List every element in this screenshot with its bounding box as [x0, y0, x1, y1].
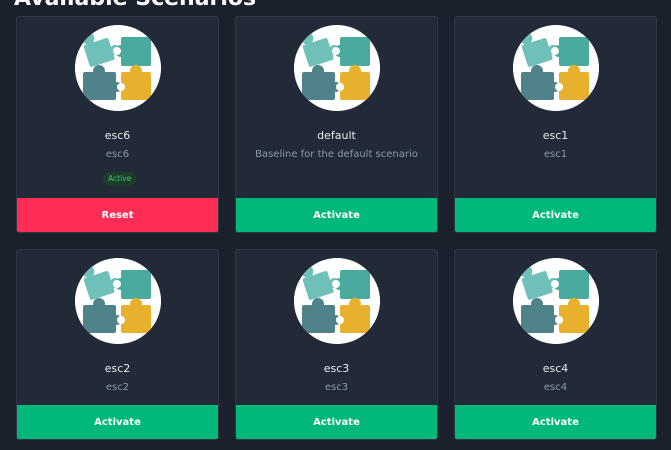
activate-button[interactable]: Activate — [236, 198, 437, 232]
scenario-description: esc6 — [105, 149, 130, 160]
scenario-description: Baseline for the default scenario — [255, 149, 418, 160]
scenarios-page: Available Scenarios esc6 esc6 Active Res… — [0, 0, 671, 450]
puzzle-pieces-icon — [513, 25, 599, 111]
scenario-card-esc4: esc4 esc4 Activate — [454, 249, 657, 440]
activate-button[interactable]: Activate — [455, 405, 656, 439]
scenario-description: esc2 — [105, 382, 130, 393]
puzzle-pieces-icon — [75, 25, 161, 111]
activate-button[interactable]: Activate — [236, 405, 437, 439]
scenario-card-esc3: esc3 esc3 Activate — [235, 249, 438, 440]
scenario-name: esc2 — [104, 362, 131, 375]
puzzle-pieces-icon — [513, 258, 599, 344]
puzzle-pieces-icon — [294, 258, 380, 344]
scenario-description: esc1 — [543, 149, 568, 160]
puzzle-pieces-icon — [75, 258, 161, 344]
activate-button[interactable]: Activate — [455, 198, 656, 232]
active-status-badge: Active — [103, 172, 137, 186]
scenario-card-esc1: esc1 esc1 Activate — [454, 16, 657, 233]
scenario-grid: esc6 esc6 Active Reset default Baseline … — [16, 16, 657, 440]
scenario-description: esc3 — [324, 382, 349, 393]
scenario-name: esc1 — [542, 129, 569, 142]
scenario-card-esc2: esc2 esc2 Activate — [16, 249, 219, 440]
reset-button[interactable]: Reset — [17, 198, 218, 232]
scenario-name: esc6 — [104, 129, 131, 142]
puzzle-pieces-icon — [294, 25, 380, 111]
scenario-name: default — [317, 129, 356, 142]
scenario-card-default: default Baseline for the default scenari… — [235, 16, 438, 233]
scenario-description: esc4 — [543, 382, 568, 393]
activate-button[interactable]: Activate — [17, 405, 218, 439]
scenario-name: esc4 — [542, 362, 569, 375]
scenario-card-esc6: esc6 esc6 Active Reset — [16, 16, 219, 233]
section-title: Available Scenarios — [14, 0, 256, 12]
scenario-name: esc3 — [323, 362, 350, 375]
